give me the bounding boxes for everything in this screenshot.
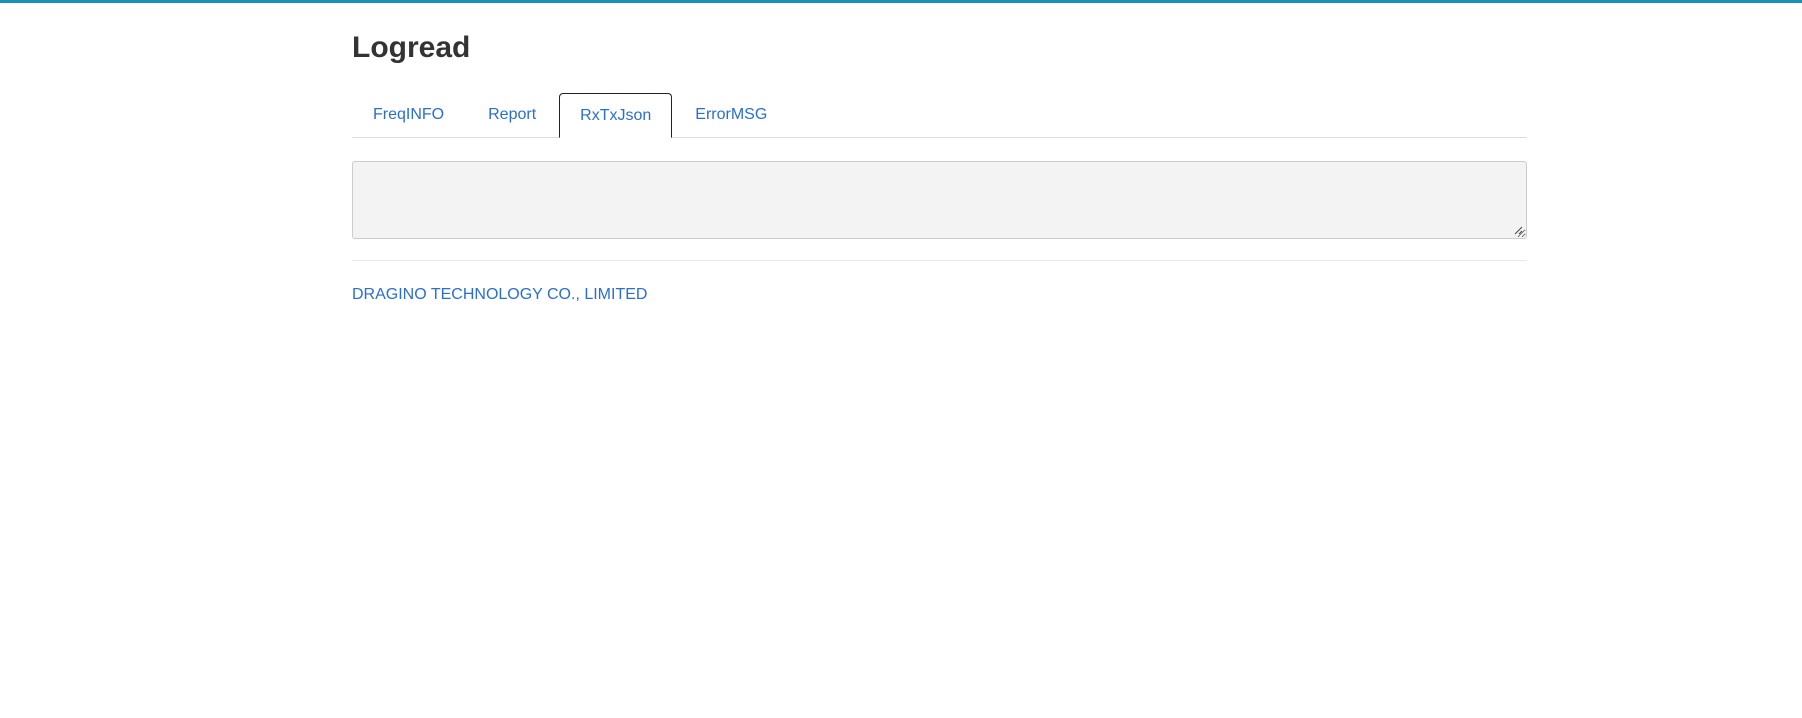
log-textarea[interactable]	[352, 161, 1527, 239]
tab-report[interactable]: Report	[467, 93, 557, 137]
top-accent-bar	[0, 0, 1802, 3]
tab-freqinfo[interactable]: FreqINFO	[352, 93, 465, 137]
page-title: Logread	[352, 31, 471, 64]
resize-grip-icon[interactable]	[1513, 225, 1523, 235]
footer-company-link[interactable]: DRAGINO TECHNOLOGY CO., LIMITED	[352, 285, 647, 305]
tab-errormsg[interactable]: ErrorMSG	[674, 93, 788, 137]
footer-divider	[352, 260, 1527, 261]
tab-rxtxjson[interactable]: RxTxJson	[559, 93, 673, 138]
tab-bar: FreqINFO Report RxTxJson ErrorMSG	[352, 93, 1527, 138]
